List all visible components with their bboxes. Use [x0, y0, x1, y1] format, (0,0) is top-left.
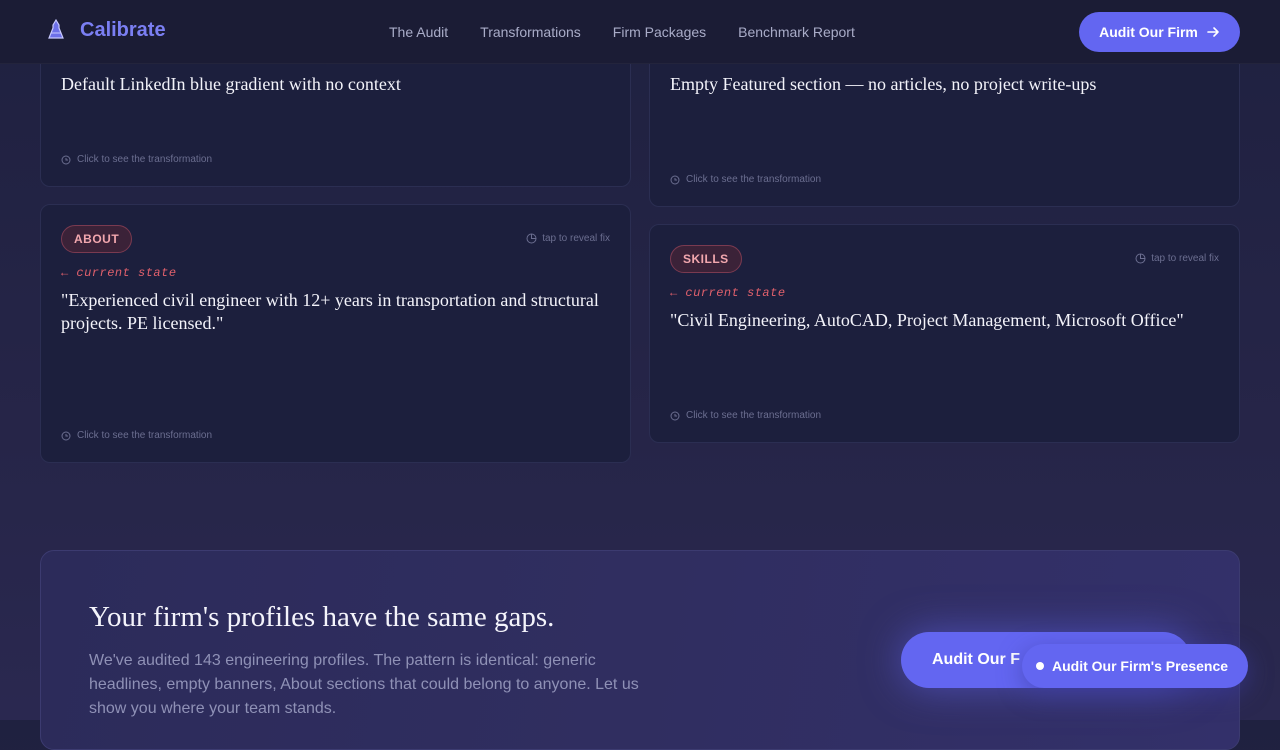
nav-link-transformations[interactable]: Transformations — [480, 24, 581, 40]
reveal-icon — [1135, 253, 1146, 264]
floating-audit-button[interactable]: Audit Our Firm's Presence — [1022, 644, 1248, 688]
card-featured-hint-label: Click to see the transformation — [686, 174, 822, 185]
card-featured-hint: Click to see the transformation — [670, 174, 821, 185]
card-skills[interactable]: SKILLS tap to reveal fix ← current state… — [649, 224, 1240, 443]
about-hint: Click to see the transformation — [61, 430, 212, 441]
skills-hint-label: Click to see the transformation — [686, 410, 822, 421]
about-tap-hint: tap to reveal fix — [526, 233, 610, 244]
floating-audit-label: Audit Our Firm's Presence — [1052, 658, 1229, 674]
reveal-icon — [526, 233, 537, 244]
cta-body: We've audited 143 engineering profiles. … — [89, 652, 639, 717]
clock-icon — [61, 431, 71, 440]
logo-icon — [48, 18, 64, 39]
clock-icon — [61, 155, 71, 164]
skills-tap-hint: tap to reveal fix — [1135, 253, 1219, 264]
card-featured-text: Empty Featured section — no articles, no… — [670, 74, 1097, 94]
clock-icon — [670, 411, 680, 420]
brand[interactable]: Calibrate — [46, 18, 166, 42]
top-navbar: Calibrate The Audit Transformations Firm… — [0, 0, 1280, 64]
skills-current-state: ← current state — [670, 286, 786, 300]
card-banner-text: Default LinkedIn blue gradient with no c… — [61, 74, 401, 94]
about-current-state: ← current state — [61, 266, 177, 280]
about-badge: ABOUT — [61, 225, 133, 253]
nav-link-firm-packages[interactable]: Firm Packages — [613, 24, 706, 40]
audit-our-firm-label: Audit Our Firm — [1099, 24, 1198, 40]
about-hint-label: Click to see the transformation — [77, 430, 213, 441]
about-text: "Experienced civil engineer with 12+ yea… — [61, 290, 599, 333]
arrow-right-icon — [1207, 27, 1219, 37]
skills-tap-label: tap to reveal fix — [1151, 253, 1219, 264]
nav-link-the-audit[interactable]: The Audit — [389, 24, 448, 40]
audit-our-firm-button[interactable]: Audit Our Firm — [1079, 12, 1240, 52]
skills-hint: Click to see the transformation — [670, 410, 821, 421]
card-banner-hint-label: Click to see the transformation — [77, 154, 213, 165]
nav-link-benchmark-report[interactable]: Benchmark Report — [738, 24, 855, 40]
cta-audit-button-label: Audit Our F — [932, 651, 1020, 668]
status-dot-icon — [1036, 662, 1044, 670]
about-tap-label: tap to reveal fix — [542, 233, 610, 244]
clock-icon — [670, 175, 680, 184]
nav-links: The Audit Transformations Firm Packages … — [389, 24, 887, 40]
card-about[interactable]: ABOUT tap to reveal fix ← current state … — [40, 204, 631, 463]
brand-name: Calibrate — [80, 18, 166, 41]
cta-heading: Your firm's profiles have the same gaps. — [89, 601, 555, 633]
card-banner-hint: Click to see the transformation — [61, 154, 212, 165]
skills-badge: SKILLS — [670, 245, 742, 273]
skills-text: "Civil Engineering, AutoCAD, Project Man… — [670, 310, 1184, 330]
